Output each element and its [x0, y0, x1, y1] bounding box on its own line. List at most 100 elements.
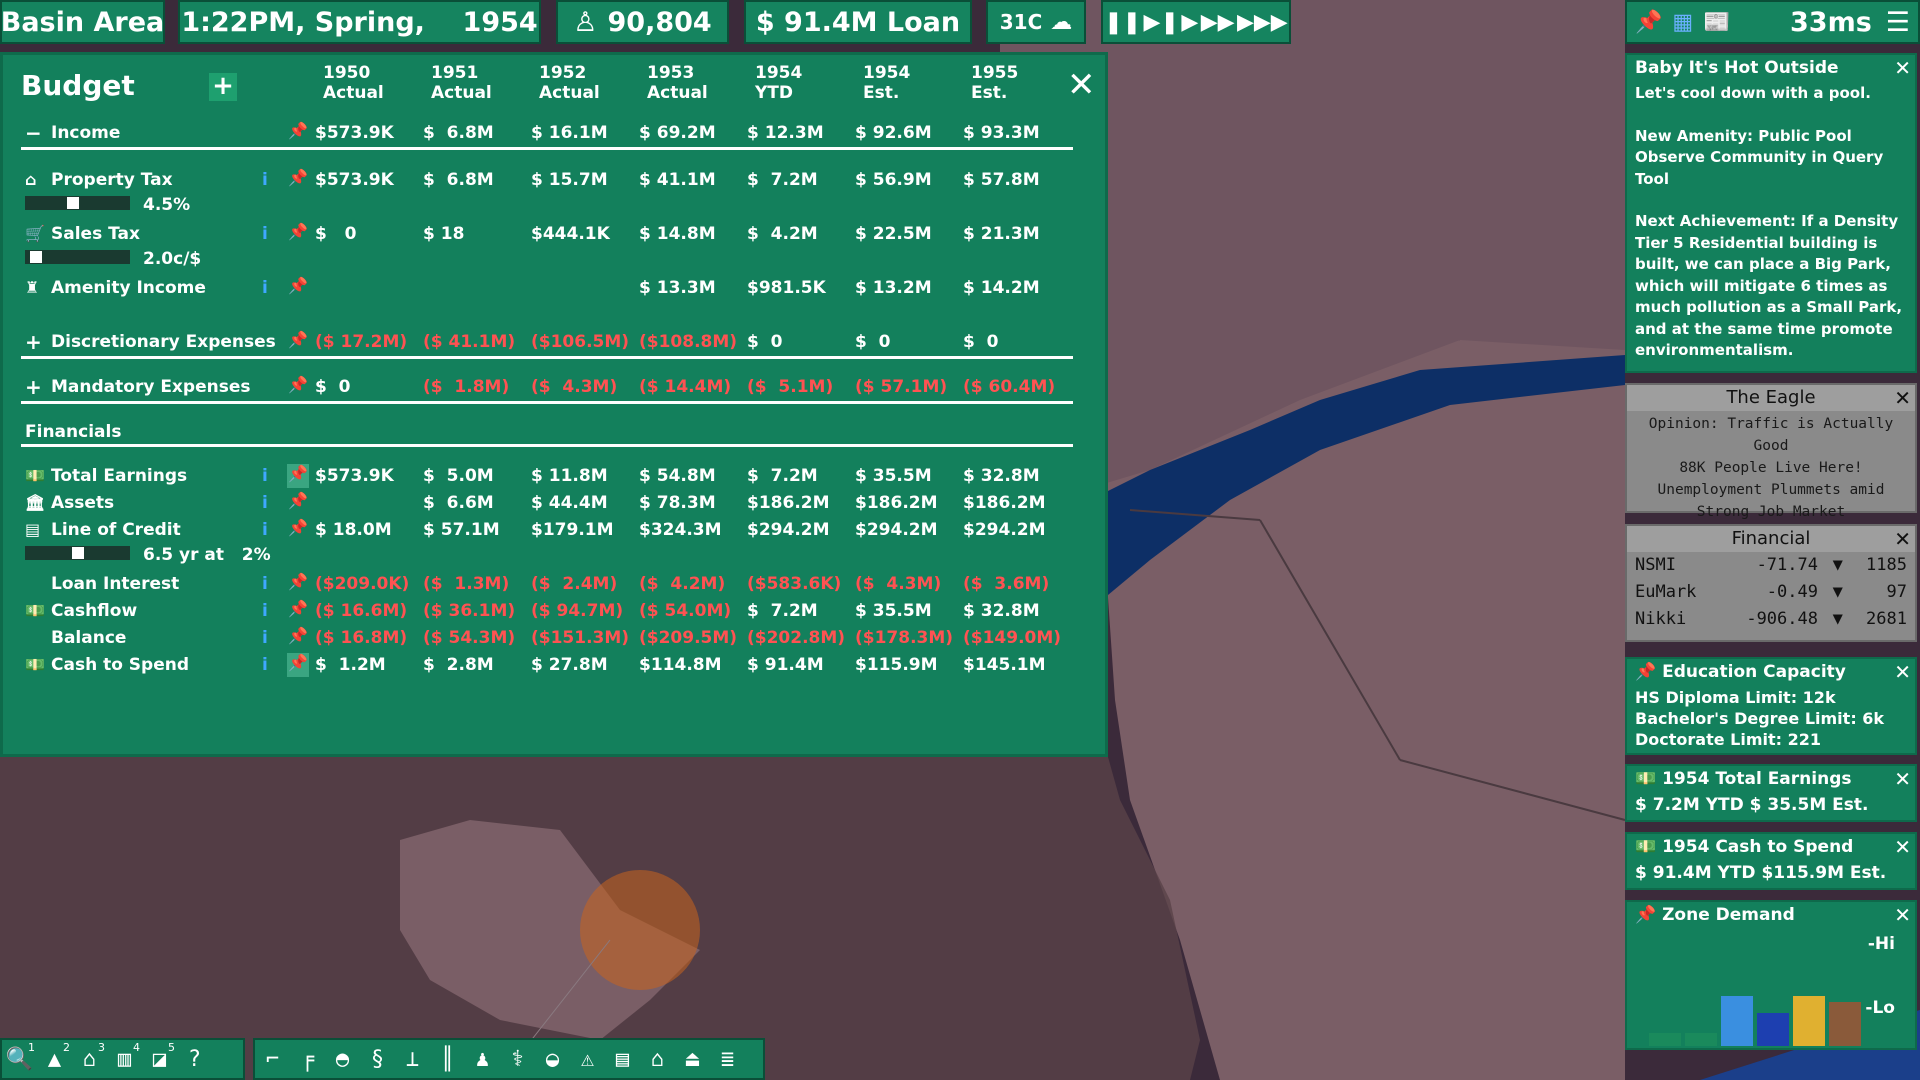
education-icon[interactable]: ◓ — [325, 1047, 360, 1072]
slider-knob[interactable] — [72, 547, 84, 559]
pause-icon[interactable]: ❚❚ — [1104, 10, 1141, 35]
info-icon[interactable]: i — [262, 466, 268, 486]
close-icon[interactable]: ✕ — [1894, 385, 1911, 411]
property-tax-slider[interactable] — [25, 196, 130, 210]
monument-icon[interactable]: ║ — [430, 1047, 465, 1072]
roads-icon[interactable]: ▲ 2 — [37, 1041, 72, 1072]
pin-icon[interactable]: 📌 — [287, 375, 309, 399]
transit-icon[interactable]: ╒ — [290, 1047, 325, 1072]
info-icon[interactable]: i — [262, 170, 268, 190]
right-toolbar: 📌 ▦ 📰 33ms ☰ — [1625, 0, 1920, 44]
pin-icon[interactable]: 📌 — [1635, 662, 1662, 682]
info-icon[interactable]: i — [262, 655, 268, 675]
person-icon: ♙ — [573, 6, 598, 38]
amenity-icon[interactable]: ⏏ — [675, 1047, 710, 1072]
loan-term-slider[interactable] — [25, 546, 130, 560]
home-icon[interactable]: ⌂ — [640, 1047, 675, 1072]
health-icon[interactable]: ⚕ — [500, 1047, 535, 1072]
bus-icon[interactable]: ▤ — [605, 1047, 640, 1072]
pin-icon[interactable]: 📌 — [1635, 10, 1662, 35]
fast-forward-icon[interactable]: ▶▶ — [1201, 10, 1235, 35]
close-icon[interactable]: ✕ — [1894, 834, 1911, 860]
factory-icon[interactable]: ▥ 4 — [107, 1041, 142, 1072]
close-icon[interactable]: ✕ — [1894, 659, 1911, 685]
slider-knob[interactable] — [67, 197, 79, 209]
headline[interactable]: Opinion: Traffic is Actually Good — [1627, 413, 1915, 457]
weather-box[interactable]: 31C ☁ — [986, 0, 1086, 44]
police-icon[interactable]: ◒ — [535, 1047, 570, 1072]
info-icon[interactable]: i — [262, 601, 268, 621]
pin-icon[interactable]: 📌 — [287, 121, 309, 145]
income-row[interactable]: − Income 📌 $573.9K $ 6.8M $ 16.1M $ 69.2M $ … — [3, 121, 1103, 147]
cashflow-row[interactable]: 💵 Cashflow i 📌 ($ 16.6M) ($ 36.1M) ($ 94.7… — [3, 599, 1103, 625]
info-icon[interactable]: i — [262, 520, 268, 540]
parks-icon[interactable]: ⊥ — [395, 1047, 430, 1072]
sales-tax-slider[interactable] — [25, 250, 130, 264]
expand-icon[interactable]: + — [25, 330, 42, 354]
assets-row[interactable]: 🏛 Assets i 📌 $ 6.6M $ 44.4M $ 78.3M $186.2M… — [3, 491, 1103, 517]
pin-icon[interactable]: 📌 — [287, 572, 309, 596]
total-earnings-row[interactable]: 💵 Total Earnings i 📌 $573.9K $ 5.0M $ 11.8… — [3, 464, 1103, 490]
year-kind: Est. — [863, 83, 900, 103]
sales-tax-row[interactable]: 🛒 Sales Tax i 📌 $ 0 $ 18 $444.1K $ 14.8M $ 4… — [3, 222, 1103, 248]
loan-interest-row[interactable]: Loan Interest i 📌 ($209.0K) ($ 1.3M) ($ 2.… — [3, 572, 1103, 598]
pin-icon[interactable]: 📌 — [287, 330, 309, 354]
money-box[interactable]: $ 91.4M Loan — [744, 0, 972, 44]
step-icon[interactable]: ▶❚ — [1144, 10, 1179, 35]
help-icon[interactable]: ? — [177, 1047, 212, 1072]
warning-icon[interactable]: ⚠ — [570, 1047, 605, 1072]
close-icon[interactable]: ✕ — [1067, 65, 1096, 105]
slider-knob[interactable] — [30, 251, 42, 263]
info-icon[interactable]: i — [262, 278, 268, 298]
divider — [21, 444, 1073, 447]
line-of-credit-row[interactable]: ▤ Line of Credit i 📌 $ 18.0M $ 57.1M $179.… — [3, 518, 1103, 544]
education-line: HS Diploma Limit: 12k — [1635, 688, 1836, 707]
pin-icon[interactable]: 📌 — [287, 599, 309, 623]
population-box[interactable]: ♙ 90,804 — [556, 0, 729, 44]
newspaper-icon[interactable]: 📰 — [1703, 10, 1730, 35]
close-icon[interactable]: ✕ — [1894, 526, 1911, 552]
grid-icon[interactable]: ▦ — [1672, 10, 1693, 35]
close-icon[interactable]: ✕ — [1894, 766, 1911, 792]
pin-icon[interactable]: 📌 — [287, 653, 309, 677]
menu-icon[interactable]: ☰ — [1886, 7, 1910, 38]
info-icon[interactable]: i — [262, 628, 268, 648]
mandatory-row[interactable]: + Mandatory Expenses 📌 $ 0 ($ 1.8M) ($ 4.3… — [3, 375, 1103, 401]
finance-icon[interactable]: § — [360, 1047, 395, 1072]
close-icon[interactable]: ✕ — [1894, 55, 1911, 81]
residential-icon[interactable]: ⌂ 3 — [72, 1041, 107, 1072]
budget-expand-button[interactable]: + — [209, 73, 237, 101]
city-name-box[interactable]: Basin Area — [0, 0, 165, 44]
headline[interactable]: 88K People Live Here! — [1627, 457, 1915, 479]
play-icon[interactable]: ▶ — [1181, 10, 1198, 35]
pin-icon[interactable]: 📌 — [287, 168, 309, 192]
close-icon[interactable]: ✕ — [1894, 902, 1911, 928]
cash-to-spend-row[interactable]: 💵 Cash to Spend i 📌 $ 1.2M $ 2.8M $ 27.8M $… — [3, 653, 1103, 679]
notification-text: New Amenity: Public Pool Observe Communi… — [1635, 126, 1884, 188]
datetime-box[interactable]: 1:22PM, Spring, 1954 — [178, 0, 541, 44]
news-icon[interactable]: ≣ — [710, 1047, 745, 1072]
pin-icon[interactable]: 📌 — [287, 491, 309, 515]
pin-icon[interactable]: 📌 — [287, 464, 309, 488]
property-tax-row[interactable]: ⌂ Property Tax i 📌 $573.9K $ 6.8M $ 15.7M $… — [3, 168, 1103, 194]
search-icon[interactable]: 🔍 1 — [2, 1041, 37, 1072]
pin-icon[interactable]: 📌 — [287, 276, 309, 300]
pin-icon[interactable]: 📌 — [287, 518, 309, 542]
collapse-icon[interactable]: − — [25, 121, 42, 145]
widget-text: $ 7.2M YTD $ 35.5M Est. — [1635, 795, 1869, 815]
bulldoze-icon[interactable]: ◪ 5 — [142, 1041, 177, 1072]
amenity-income-row[interactable]: ♜ Amenity Income i 📌 $ 13.3M $981.5K $ 13.… — [3, 276, 1103, 302]
pin-icon[interactable]: 📌 — [287, 222, 309, 246]
road-tool-icon[interactable]: ⌐ — [255, 1047, 290, 1072]
fastest-icon[interactable]: ▶▶▶ — [1237, 10, 1288, 35]
community-icon[interactable]: ♟ — [465, 1047, 500, 1072]
pin-icon[interactable]: 📌 — [1635, 905, 1662, 925]
info-icon[interactable]: i — [262, 574, 268, 594]
balance-row[interactable]: Balance i 📌 ($ 16.8M) ($ 54.3M) ($151.3M) (… — [3, 626, 1103, 652]
info-icon[interactable]: i — [262, 493, 268, 513]
discretionary-row[interactable]: + Discretionary Expenses 📌 ($ 17.2M) ($ 4… — [3, 330, 1103, 356]
headline[interactable]: Unemployment Plummets amid Strong Job Ma… — [1627, 479, 1915, 523]
pin-icon[interactable]: 📌 — [287, 626, 309, 650]
info-icon[interactable]: i — [262, 224, 268, 244]
expand-icon[interactable]: + — [25, 375, 42, 399]
